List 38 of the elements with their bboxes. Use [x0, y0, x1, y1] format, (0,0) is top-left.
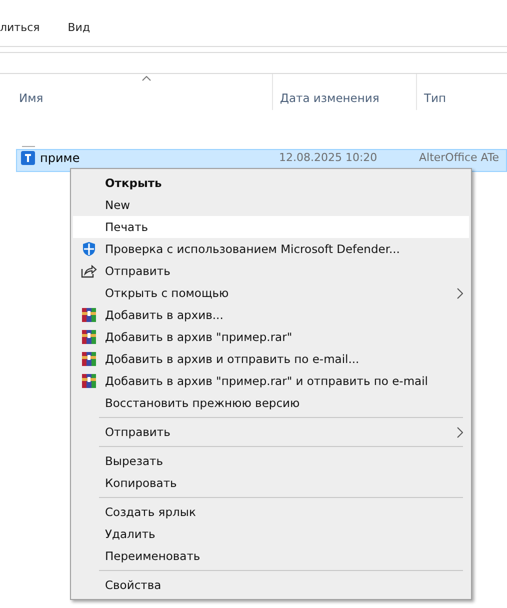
chevron-right-icon: [457, 426, 463, 438]
archive-books-icon: [81, 307, 97, 323]
ribbon-tab[interactable]: литься: [0, 20, 40, 34]
menu-item[interactable]: Открыть с помощью: [73, 282, 469, 304]
menu-item[interactable]: Добавить в архив "пример.rar" и отправить по e-mail: [73, 370, 469, 392]
document-icon: [20, 150, 36, 166]
menu-item[interactable]: New: [73, 194, 469, 216]
column-header[interactable]: Имя: [12, 74, 273, 110]
menu-item[interactable]: Удалить: [73, 523, 469, 545]
menu-item[interactable]: Копировать: [73, 472, 469, 494]
menu-item[interactable]: Добавить в архив...: [73, 304, 469, 326]
shield-icon: [81, 241, 97, 257]
menu-item[interactable]: Отправить: [73, 260, 469, 282]
column-header[interactable]: Тип: [417, 74, 505, 110]
menu-item[interactable]: Добавить в архив и отправить по e-mail...: [73, 348, 469, 370]
menu-item[interactable]: Добавить в архив "пример.rar": [73, 326, 469, 348]
share-icon: [81, 264, 97, 278]
menu-item[interactable]: Переименовать: [73, 545, 469, 567]
archive-books-icon: [81, 351, 97, 367]
file-type: AlterOffice ATe: [419, 151, 500, 164]
menu-item[interactable]: Печать: [73, 216, 469, 238]
menu-item[interactable]: Проверка с использованием Microsoft Defender...: [73, 238, 469, 260]
ribbon-tab[interactable]: Вид: [68, 20, 90, 34]
group-collapse-line: [22, 146, 35, 147]
menu-item[interactable]: Восстановить прежнюю версию: [73, 392, 469, 414]
menu-item[interactable]: Вырезать: [73, 450, 469, 472]
file-date: 12.08.2025 10:20: [279, 151, 378, 164]
menu-item[interactable]: Открыть: [73, 172, 469, 194]
column-header[interactable]: Дата изменения: [273, 74, 417, 110]
menu-item[interactable]: Создать ярлык: [73, 501, 469, 523]
chevron-right-icon: [457, 288, 463, 298]
menu-item[interactable]: Свойства: [73, 574, 469, 596]
archive-books-icon: [81, 373, 97, 389]
address-bar[interactable]: [0, 52, 507, 74]
archive-books-icon: [81, 329, 97, 345]
file-name: приме: [40, 150, 80, 164]
menu-item[interactable]: Отправить: [73, 421, 469, 443]
sort-caret-icon: [142, 76, 151, 81]
